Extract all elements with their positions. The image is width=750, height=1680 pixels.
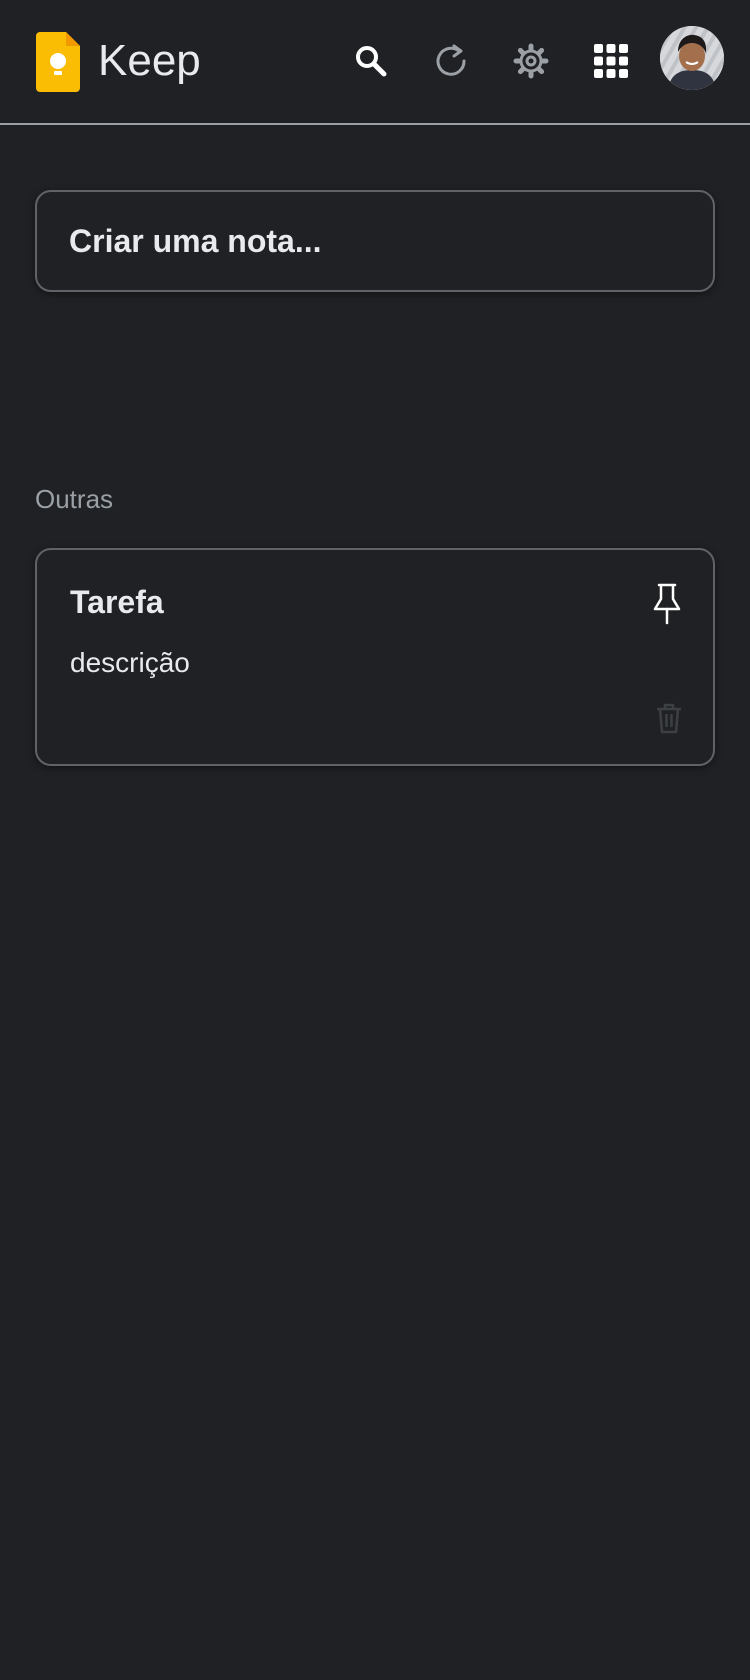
search-button[interactable] (343, 33, 399, 89)
note-title: Tarefa (70, 584, 164, 620)
section-heading-others: Outras (35, 484, 114, 514)
create-note-placeholder: Criar uma nota... (69, 222, 322, 259)
refresh-icon (436, 44, 466, 76)
trash-icon (657, 703, 681, 734)
pin-icon (653, 583, 681, 625)
settings-button[interactable] (503, 33, 559, 89)
user-avatar[interactable] (660, 26, 724, 90)
create-note-input[interactable]: Criar uma nota... (35, 190, 715, 292)
note-card[interactable]: Tarefa descrição (35, 548, 715, 766)
app-title: Keep (98, 36, 201, 85)
note-description: descrição (70, 647, 190, 678)
delete-note-button[interactable] (651, 700, 687, 736)
apps-button[interactable] (583, 33, 639, 89)
grid-apps-icon (594, 44, 628, 78)
gear-icon (513, 43, 549, 79)
avatar-image (660, 26, 724, 90)
top-bar: Keep (0, 0, 750, 125)
search-icon (356, 46, 387, 77)
keep-logo-icon[interactable] (36, 32, 80, 92)
refresh-button[interactable] (423, 33, 479, 89)
pin-note-button[interactable] (645, 580, 689, 628)
